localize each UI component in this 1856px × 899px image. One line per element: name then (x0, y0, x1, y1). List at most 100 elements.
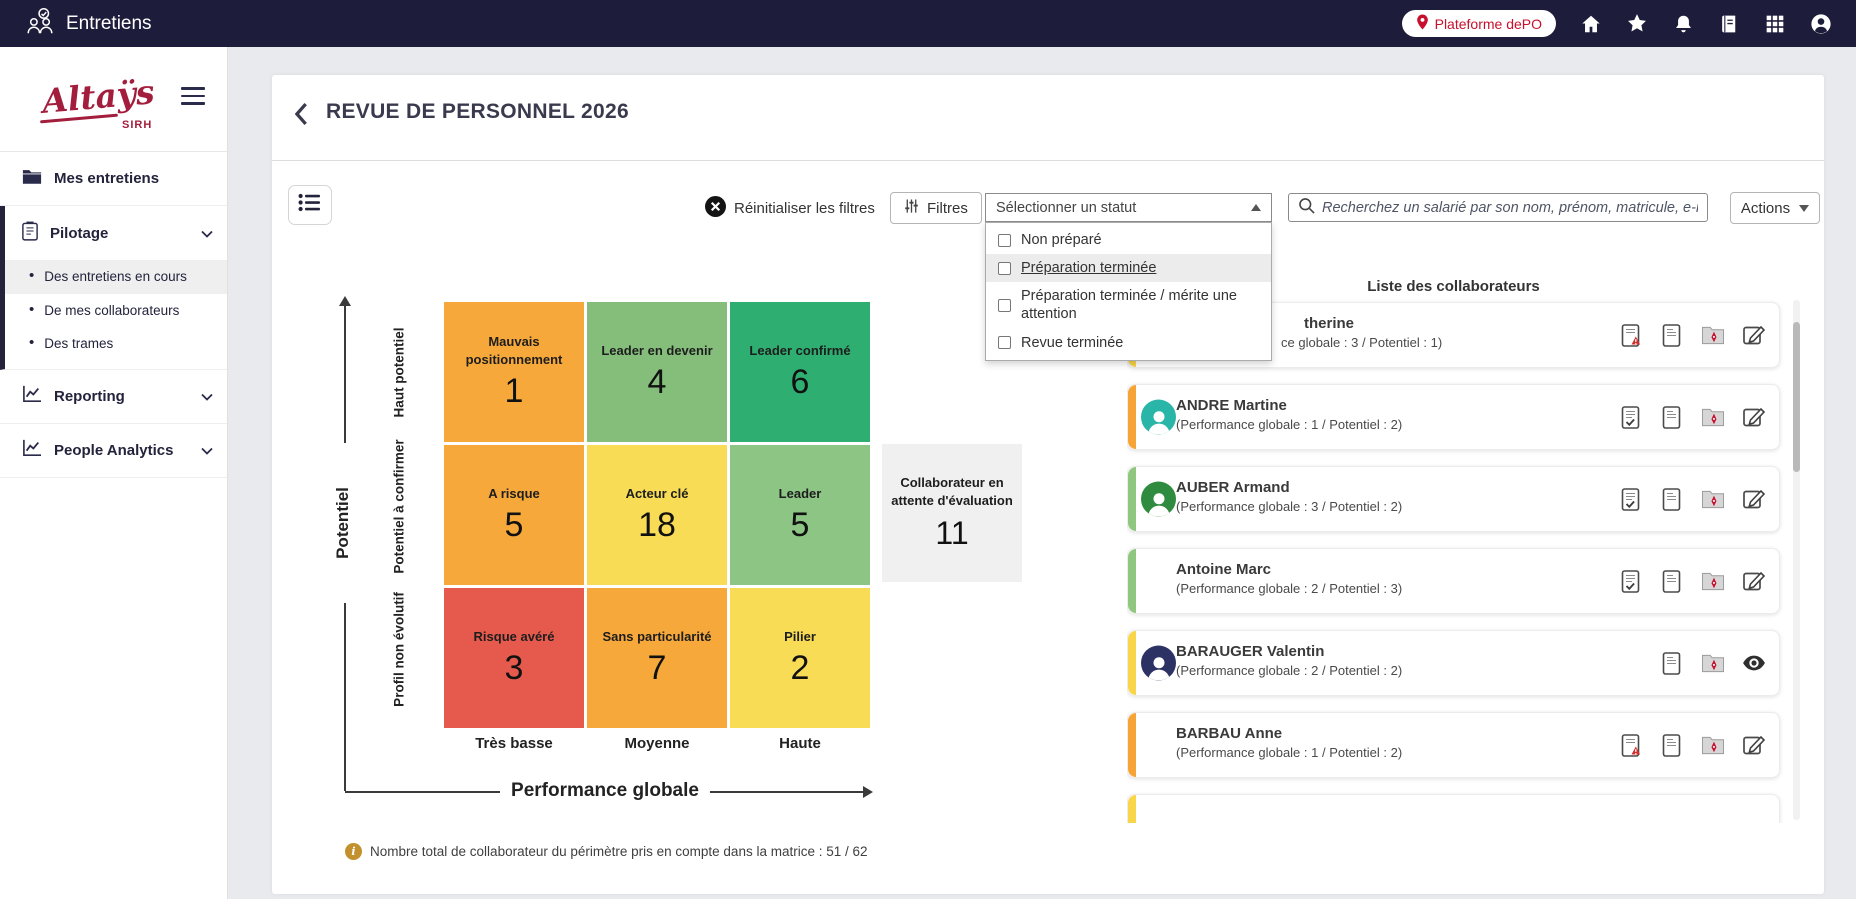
status-color-bar (1128, 549, 1136, 613)
matrix-cell-label: A risque (488, 486, 540, 502)
chevron-down-icon[interactable] (201, 225, 213, 242)
matrix-cell[interactable]: Mauvais positionnement 1 (444, 302, 584, 442)
career-folder-icon[interactable] (1699, 486, 1726, 513)
career-folder-icon[interactable] (1699, 404, 1726, 431)
status-color-bar (1128, 795, 1136, 823)
document-icon[interactable] (1658, 322, 1685, 349)
topbar-actions: Plateforme dePO (1401, 10, 1832, 37)
clipboard-check-icon[interactable] (1617, 404, 1644, 431)
collaborator-card[interactable]: BARAUGER Valentin (Performance globale : … (1127, 630, 1780, 696)
pending-evaluation-value: 11 (935, 514, 969, 551)
sidebar-subitem-de-mes-collaborateurs[interactable]: • De mes collaborateurs (5, 294, 227, 328)
collaborator-card[interactable]: Antoine Marc (Performance globale : 2 / P… (1127, 548, 1780, 614)
list-scrollbar[interactable] (1793, 300, 1800, 820)
checkbox[interactable] (998, 233, 1011, 247)
x-axis-label: Performance globale (500, 780, 710, 802)
matrix-cell-value: 6 (790, 362, 810, 401)
status-option-non-prepare[interactable]: Non préparé (986, 226, 1271, 254)
y-axis-label: Potentiel (333, 443, 355, 603)
matrix-cell[interactable]: A risque 5 (444, 445, 584, 585)
sidebar-subitem-des-trames[interactable]: • Des trames (5, 327, 227, 361)
app-name: Entretiens (66, 12, 152, 34)
checkbox[interactable] (998, 336, 1011, 350)
clipboard-check-icon[interactable] (1617, 568, 1644, 595)
matrix-count-note-text: Nombre total de collaborateur du périmèt… (370, 844, 868, 859)
star-icon[interactable] (1626, 13, 1648, 35)
edit-icon[interactable] (1740, 322, 1767, 349)
directory-book-icon[interactable] (1718, 13, 1740, 35)
back-chevron-button[interactable] (294, 102, 310, 126)
matrix-cell[interactable]: Risque avéré 3 (444, 588, 584, 728)
career-folder-icon[interactable] (1699, 568, 1726, 595)
document-icon[interactable] (1658, 568, 1685, 595)
sidebar-item-people-analytics[interactable]: People Analytics (0, 423, 227, 478)
employee-search-field[interactable] (1288, 193, 1708, 222)
map-pin-icon (1416, 14, 1429, 33)
status-option-preparation-terminee-merite-attention[interactable]: Préparation terminée / mérite une attent… (986, 282, 1271, 328)
eye-icon[interactable] (1740, 650, 1767, 677)
checkbox[interactable] (998, 298, 1011, 312)
matrix-col-label: Moyenne (624, 735, 690, 752)
bullet-icon: • (29, 267, 35, 284)
search-input[interactable] (1322, 199, 1698, 216)
edit-icon[interactable] (1740, 732, 1767, 759)
edit-icon[interactable] (1740, 404, 1767, 431)
matrix-cell[interactable]: Sans particularité 7 (587, 588, 727, 728)
collaborator-card[interactable]: ANDRE Martine (Performance globale : 1 / … (1127, 384, 1780, 450)
hamburger-menu-icon[interactable] (181, 87, 205, 105)
actions-button[interactable]: Actions (1730, 192, 1820, 224)
status-option-revue-terminee[interactable]: Revue terminée (986, 329, 1271, 357)
matrix-cell[interactable]: Leader 5 (730, 445, 870, 585)
reset-filters-button[interactable]: Réinitialiser les filtres (705, 196, 875, 221)
collaborator-card[interactable]: BARBAU Anne (Performance globale : 1 / Po… (1127, 712, 1780, 778)
matrix-cell-label: Sans particularité (602, 629, 712, 645)
search-icon (1298, 197, 1315, 219)
document-icon[interactable] (1658, 486, 1685, 513)
sidebar-item-mes-entretiens[interactable]: Mes entretiens (0, 152, 227, 206)
filters-label: Filtres (927, 199, 968, 217)
career-folder-icon[interactable] (1699, 322, 1726, 349)
status-option-label: Préparation terminée (1021, 260, 1157, 277)
home-icon[interactable] (1580, 13, 1602, 35)
collaborator-card[interactable] (1127, 794, 1780, 823)
matrix-cell[interactable]: Pilier 2 (730, 588, 870, 728)
filters-button[interactable]: Filtres (890, 192, 982, 224)
pending-evaluation-box[interactable]: Collaborateur en attente d'évaluation 11 (882, 444, 1022, 582)
avatar (1141, 481, 1176, 517)
chevron-down-icon[interactable] (201, 388, 213, 405)
matrix-row-label: Profil non évolutif (391, 592, 407, 707)
career-folder-icon[interactable] (1699, 650, 1726, 677)
matrix-cell-label: Acteur clé (625, 486, 689, 502)
list-view-toggle-button[interactable] (288, 185, 332, 225)
apps-grid-icon[interactable] (1764, 13, 1786, 35)
report-alert-icon[interactable] (1617, 732, 1644, 759)
matrix-cell[interactable]: Acteur clé 18 (587, 445, 727, 585)
account-icon[interactable] (1810, 13, 1832, 35)
checkbox[interactable] (998, 261, 1011, 275)
clipboard-check-icon[interactable] (1617, 486, 1644, 513)
status-select[interactable]: Sélectionner un statut (985, 193, 1272, 222)
status-dropdown-panel: Non préparé Préparation terminée Prépara… (985, 222, 1272, 361)
edit-icon[interactable] (1740, 568, 1767, 595)
report-alert-icon[interactable] (1617, 322, 1644, 349)
sidebar-item-pilotage[interactable]: Pilotage (5, 206, 227, 260)
edit-icon[interactable] (1740, 486, 1767, 513)
status-option-preparation-terminee[interactable]: Préparation terminée (986, 254, 1271, 283)
matrix-cell-label: Leader en devenir (601, 343, 713, 359)
chevron-down-icon[interactable] (201, 442, 213, 459)
document-icon[interactable] (1658, 404, 1685, 431)
career-folder-icon[interactable] (1699, 732, 1726, 759)
matrix-cell[interactable]: Leader confirmé 6 (730, 302, 870, 442)
document-icon[interactable] (1658, 732, 1685, 759)
card-actions (1617, 322, 1767, 349)
status-color-bar (1128, 713, 1136, 777)
bell-icon[interactable] (1672, 13, 1694, 35)
app-logo: Entretiens (24, 6, 152, 41)
sidebar-subitem-entretiens-en-cours[interactable]: • Des entretiens en cours (5, 260, 227, 294)
matrix-cell[interactable]: Leader en devenir 4 (587, 302, 727, 442)
document-icon[interactable] (1658, 650, 1685, 677)
collaborator-card[interactable]: AUBER Armand (Performance globale : 3 / P… (1127, 466, 1780, 532)
platform-badge-button[interactable]: Plateforme dePO (1401, 10, 1556, 37)
sidebar-item-reporting[interactable]: Reporting (0, 369, 227, 424)
scrollbar-thumb[interactable] (1793, 322, 1800, 472)
